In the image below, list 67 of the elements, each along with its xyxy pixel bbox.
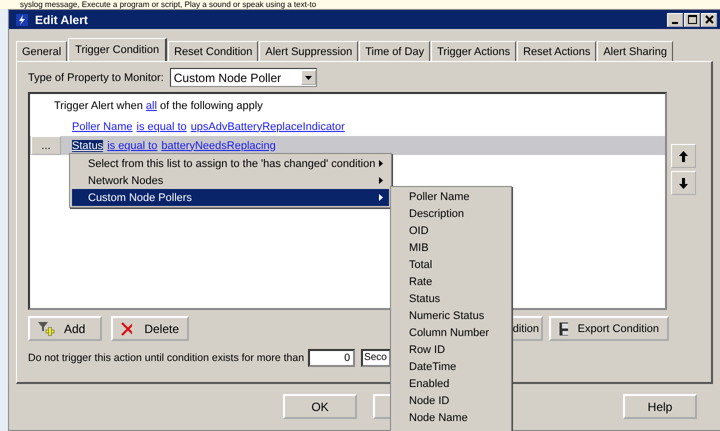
menu-item[interactable]: Status <box>393 291 509 308</box>
menu-item[interactable]: MIB <box>393 240 509 257</box>
value-link[interactable]: batteryNeedsReplacing <box>161 140 276 152</box>
menu-item[interactable]: OID <box>393 223 509 240</box>
close-button[interactable] <box>701 12 717 26</box>
submenu-arrow-icon <box>379 194 383 201</box>
delete-button[interactable]: Delete <box>111 316 189 341</box>
menu-item[interactable]: Poller Name <box>393 189 509 206</box>
submenu-arrow-icon <box>379 160 383 167</box>
operator-link[interactable]: is equal to <box>136 120 187 132</box>
property-dropdown[interactable]: Custom Node Poller <box>170 68 317 87</box>
close-icon <box>704 15 714 24</box>
menu-item[interactable]: Node Name <box>393 410 509 427</box>
menu-item[interactable]: Select from this list to assign to the 'has changed' condition <box>72 155 389 172</box>
menu-item[interactable]: DateTime <box>393 359 509 376</box>
dropdown-arrow-icon <box>304 76 312 80</box>
menu-item[interactable]: Total <box>393 257 509 274</box>
tab[interactable]: Time of Day <box>359 41 430 61</box>
menu-item[interactable]: Rate <box>393 274 509 291</box>
maximize-button[interactable] <box>684 12 700 26</box>
tab[interactable]: Alert Sharing <box>597 41 673 61</box>
background-text: syslog message, Execute a program or script, Play a sound or speak using a text-to <box>20 0 318 9</box>
tab[interactable]: General <box>16 41 68 61</box>
add-button[interactable]: Add <box>28 316 102 341</box>
menu-item[interactable]: Numeric Status <box>393 308 509 325</box>
value-link[interactable]: upsAdvBatteryReplaceIndicator <box>190 120 345 132</box>
move-up-button[interactable] <box>671 144 696 168</box>
field-link[interactable]: Status <box>72 140 104 152</box>
tab[interactable]: Reset Actions <box>517 41 596 61</box>
tab[interactable]: Trigger Actions <box>431 41 516 61</box>
menu-item[interactable]: Enabled <box>393 376 509 393</box>
import-button[interactable]: dition <box>513 316 543 341</box>
condition-row[interactable]: ... Status is equal to batteryNeedsReplacing <box>30 136 665 155</box>
unit-dropdown[interactable]: Seco <box>361 349 392 367</box>
minimize-icon <box>672 22 678 24</box>
move-down-button[interactable] <box>671 171 696 195</box>
menu-item[interactable]: Custom Node Pollers <box>72 189 389 206</box>
menu-item[interactable]: Network Nodes <box>72 172 389 189</box>
submenu-arrow-icon <box>379 177 383 184</box>
ok-button[interactable]: OK <box>283 394 357 419</box>
condition-row[interactable]: Poller Name is equal to upsAdvBatteryReplaceIndicator <box>30 117 665 136</box>
lightning-icon <box>16 14 28 26</box>
help-button[interactable]: Help <box>623 394 697 419</box>
tab[interactable]: Reset Condition <box>168 41 258 61</box>
operator-link[interactable]: is equal to <box>107 140 158 152</box>
field-link[interactable]: Poller Name <box>72 120 133 132</box>
export-button[interactable]: Export Condition <box>549 316 669 341</box>
up-arrow-icon <box>679 150 688 162</box>
menu-item[interactable]: Column Number <box>393 325 509 342</box>
menu-item[interactable]: Node ID <box>393 393 509 410</box>
delay-input[interactable]: 0 <box>308 349 356 367</box>
delete-cross-icon <box>121 322 132 336</box>
filter-add-icon <box>38 320 56 336</box>
more-button[interactable]: ... <box>31 136 61 155</box>
maximize-icon <box>688 15 696 24</box>
delay-label: Do not trigger this action until condition exists for more than <box>28 352 304 364</box>
hidden-button[interactable] <box>373 394 391 419</box>
menu-item[interactable]: Row ID <box>393 342 509 359</box>
menu-item[interactable]: Description <box>393 206 509 223</box>
minimize-button[interactable] <box>667 12 683 26</box>
window-title: Edit Alert <box>35 12 88 26</box>
property-label: Type of Property to Monitor: <box>28 72 164 84</box>
tab[interactable]: Trigger Condition <box>68 38 168 61</box>
down-arrow-icon <box>679 178 688 188</box>
condition-header: Trigger Alert when all of the following apply <box>53 100 264 114</box>
all-link[interactable]: all <box>146 100 157 112</box>
tab[interactable]: Alert Suppression <box>259 41 358 61</box>
